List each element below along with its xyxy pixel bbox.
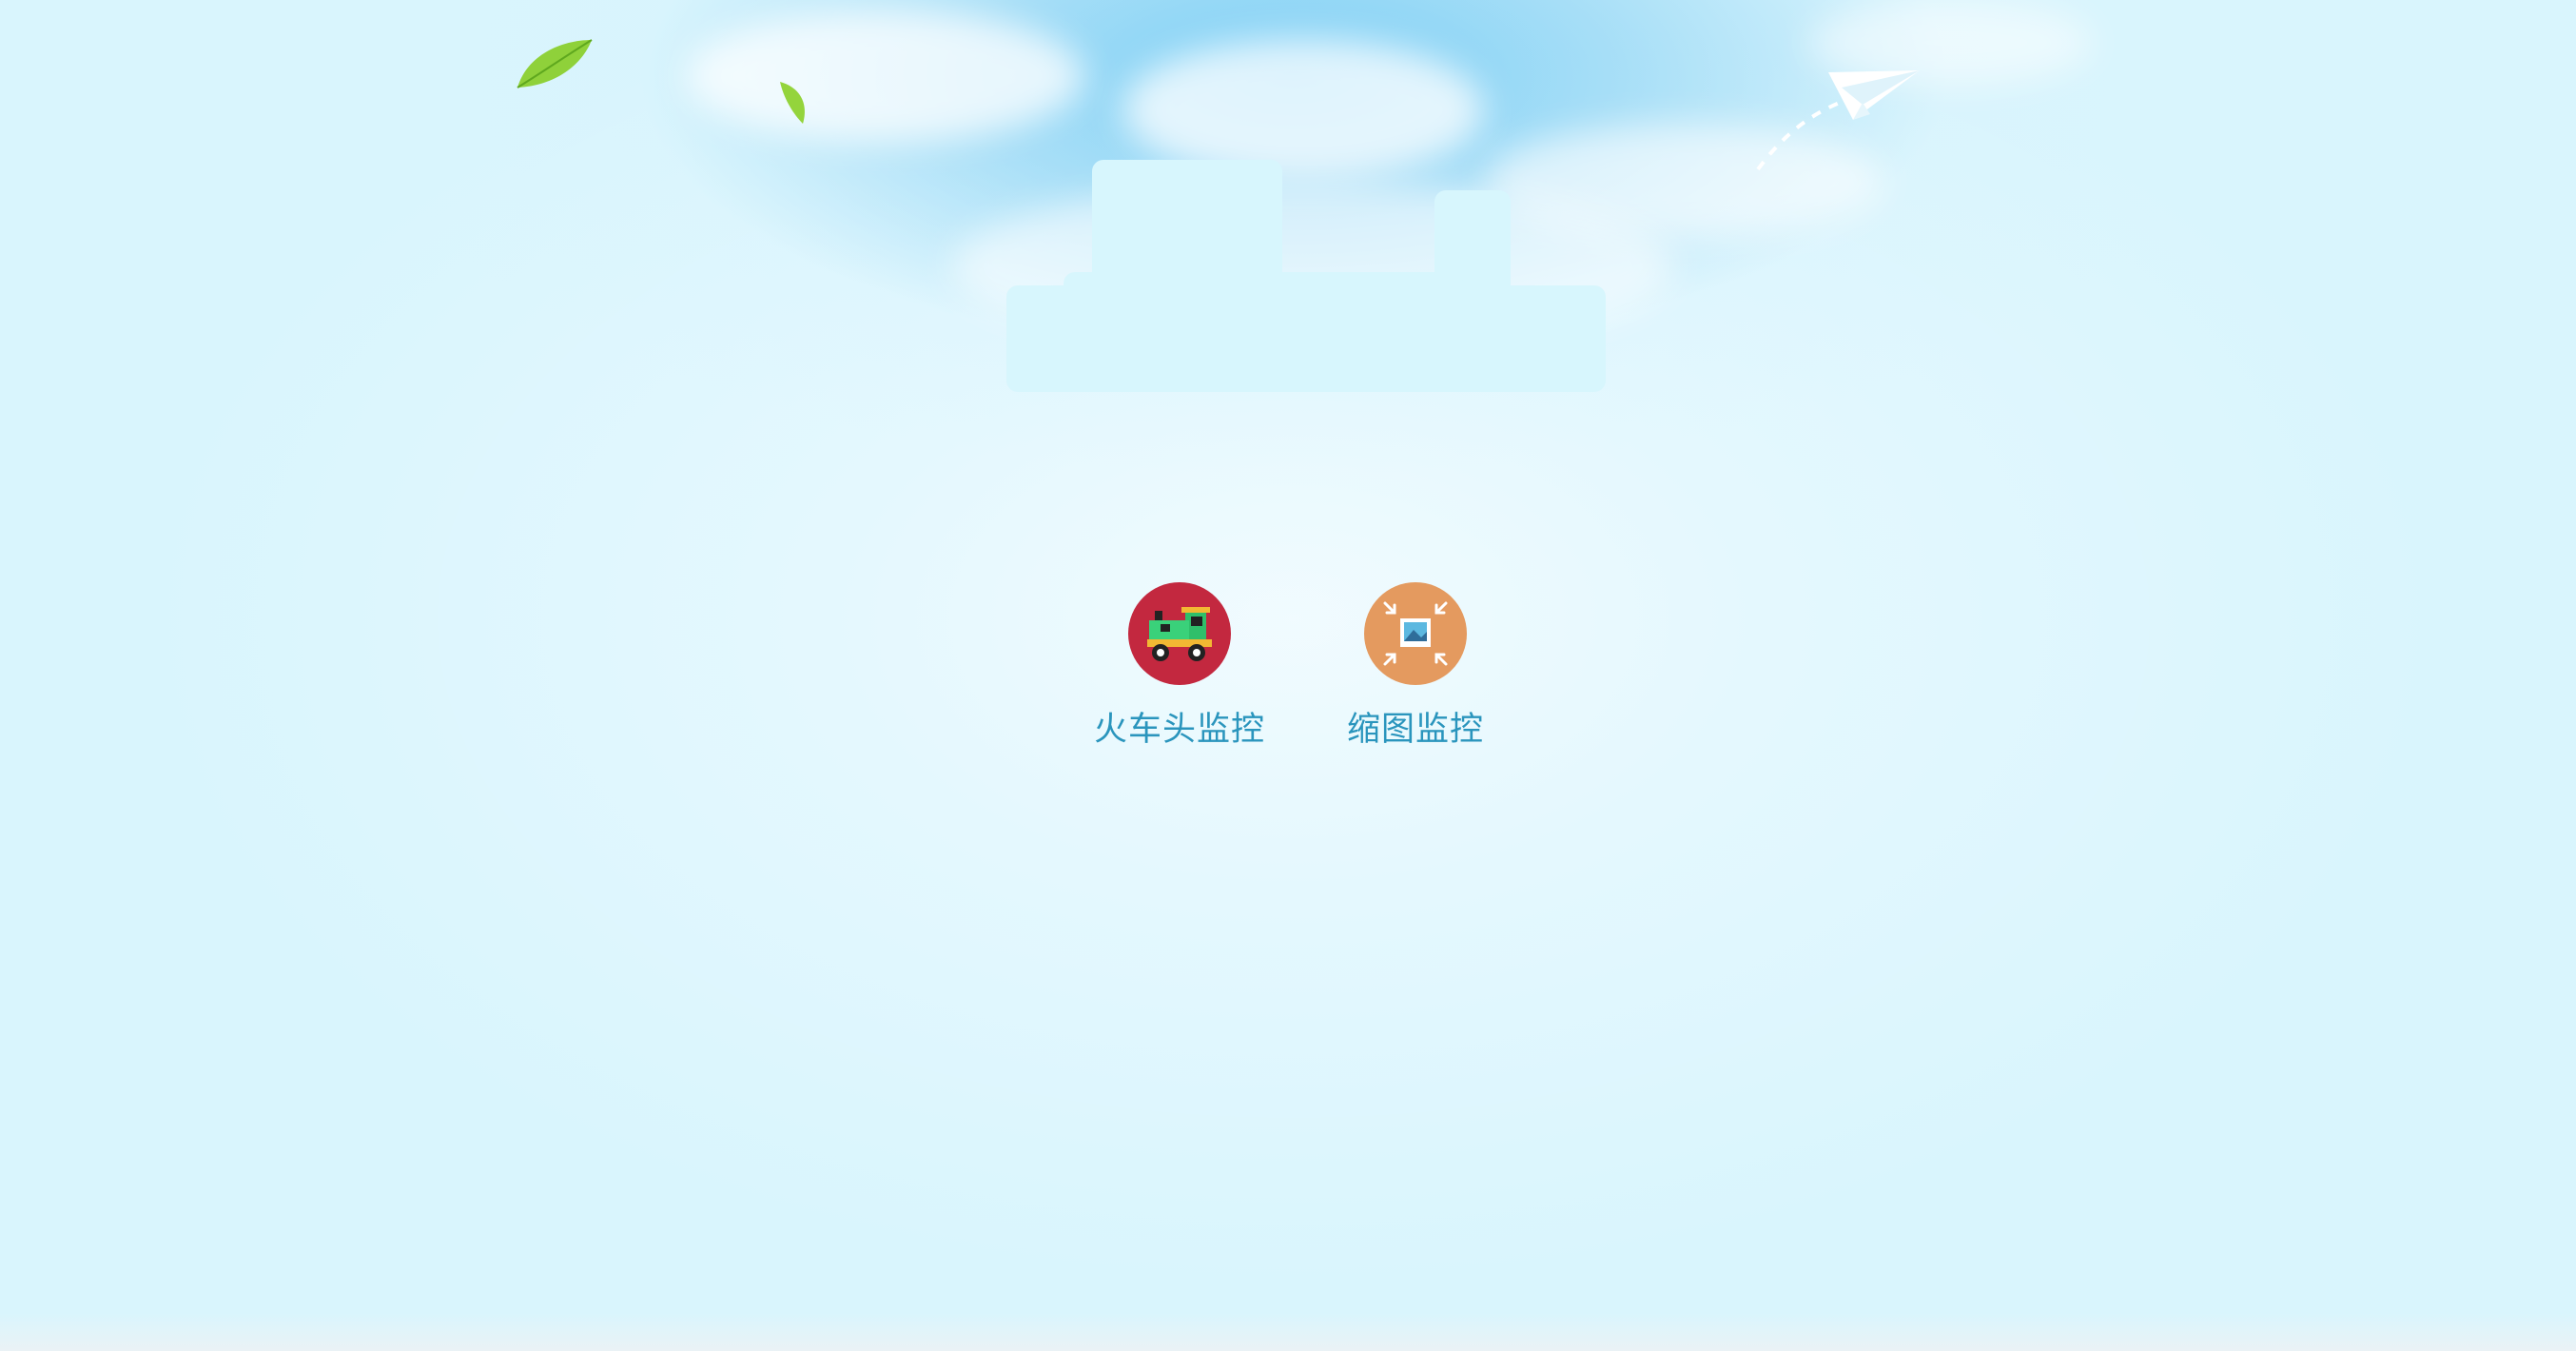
title-placeholder bbox=[1006, 160, 1606, 394]
leaf-icon bbox=[780, 82, 805, 124]
image-shrink-icon bbox=[1364, 582, 1467, 685]
cloud bbox=[685, 10, 1084, 143]
train-monitor-button[interactable]: 火车头监控 bbox=[1075, 582, 1284, 751]
thumbnail-monitor-label: 缩图监控 bbox=[1346, 711, 1484, 749]
paper-plane-icon bbox=[1756, 70, 1920, 171]
thumbnail-monitor-button[interactable]: 缩图监控 bbox=[1311, 582, 1520, 751]
train-icon bbox=[1128, 582, 1231, 685]
monitor-nav: 火车头监控 缩图监控 bbox=[1075, 582, 1493, 763]
train-monitor-label: 火车头监控 bbox=[1093, 711, 1265, 749]
bottom-haze bbox=[0, 1313, 2576, 1351]
leaf-icon bbox=[517, 39, 593, 88]
